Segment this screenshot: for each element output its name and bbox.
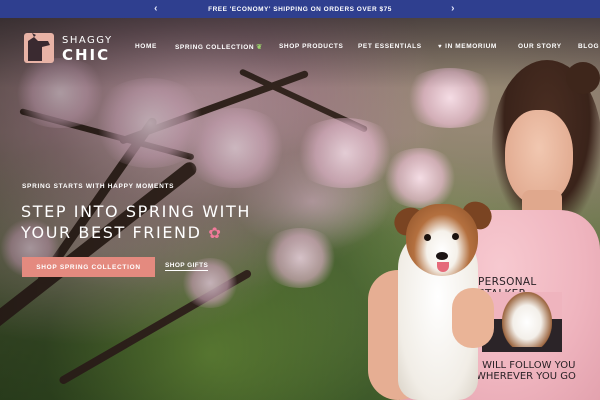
nav-item-label: SPRING COLLECTION [175, 44, 255, 51]
brand-wordmark: SHAGGY CHIC [62, 34, 113, 64]
announcement-text: FREE 'ECONOMY' SHIPPING ON ORDERS OVER $… [208, 5, 392, 13]
nav-item-pet-essentials[interactable]: PET ESSENTIALS [358, 43, 422, 50]
woman-hand [452, 288, 494, 348]
nav-item-label: SHOP PRODUCTS [279, 43, 344, 50]
shop-gifts-link[interactable]: SHOP GIFTS [165, 262, 209, 271]
heart-icon: ♥ [438, 44, 443, 50]
hero-eyebrow: SPRING STARTS WITH HAPPY MOMENTS [22, 183, 175, 190]
woman-hair-bun [566, 62, 600, 94]
chevron-left-icon[interactable]: ‹ [149, 2, 163, 16]
hero-headline-line1: STEP INTO SPRING WITH [21, 202, 251, 221]
shop-spring-collection-button[interactable]: SHOP SPRING COLLECTION [22, 257, 155, 277]
dog-silhouette-icon [22, 31, 56, 65]
nav-item-our-story[interactable]: OUR STORY [518, 43, 562, 50]
announcement-bar: ‹ FREE 'ECONOMY' SHIPPING ON ORDERS OVER… [0, 0, 600, 18]
nav-item-label: PET ESSENTIALS [358, 43, 422, 50]
brand-name-line2: CHIC [62, 46, 111, 64]
brand-logo[interactable]: SHAGGY CHIC [22, 30, 122, 66]
nav-item-spring-collection[interactable]: SPRING COLLECTION ❦ [175, 43, 263, 51]
nav-item-label: OUR STORY [518, 43, 562, 50]
nav-item-label: IN MEMORIUM [445, 43, 497, 50]
dog-eye-left [424, 234, 431, 241]
cherry-blossom-icon: ✿ [208, 224, 223, 242]
dog-eye-right [452, 233, 459, 240]
hero-headline: STEP INTO SPRING WITH YOUR BEST FRIEND ✿ [21, 201, 321, 244]
nav-item-label: HOME [135, 43, 157, 50]
hero-headline-line2: YOUR BEST FRIEND [21, 223, 202, 242]
shirt-dog-graphic [502, 292, 552, 347]
dog-nose [436, 252, 448, 260]
nav-item-in-memorium[interactable]: ♥ IN MEMORIUM [438, 43, 497, 50]
nav-item-shop-products[interactable]: SHOP PRODUCTS [279, 43, 343, 50]
sprout-icon: ❦ [256, 44, 263, 51]
nav-item-blog[interactable]: BLOG [578, 43, 599, 50]
nav-item-home[interactable]: HOME [135, 43, 157, 50]
chevron-right-icon[interactable]: › [446, 2, 460, 16]
nav-item-label: BLOG [578, 43, 600, 50]
shirt-text-bottom: I WILL FOLLOW YOU WHEREVER YOU GO [476, 360, 576, 382]
